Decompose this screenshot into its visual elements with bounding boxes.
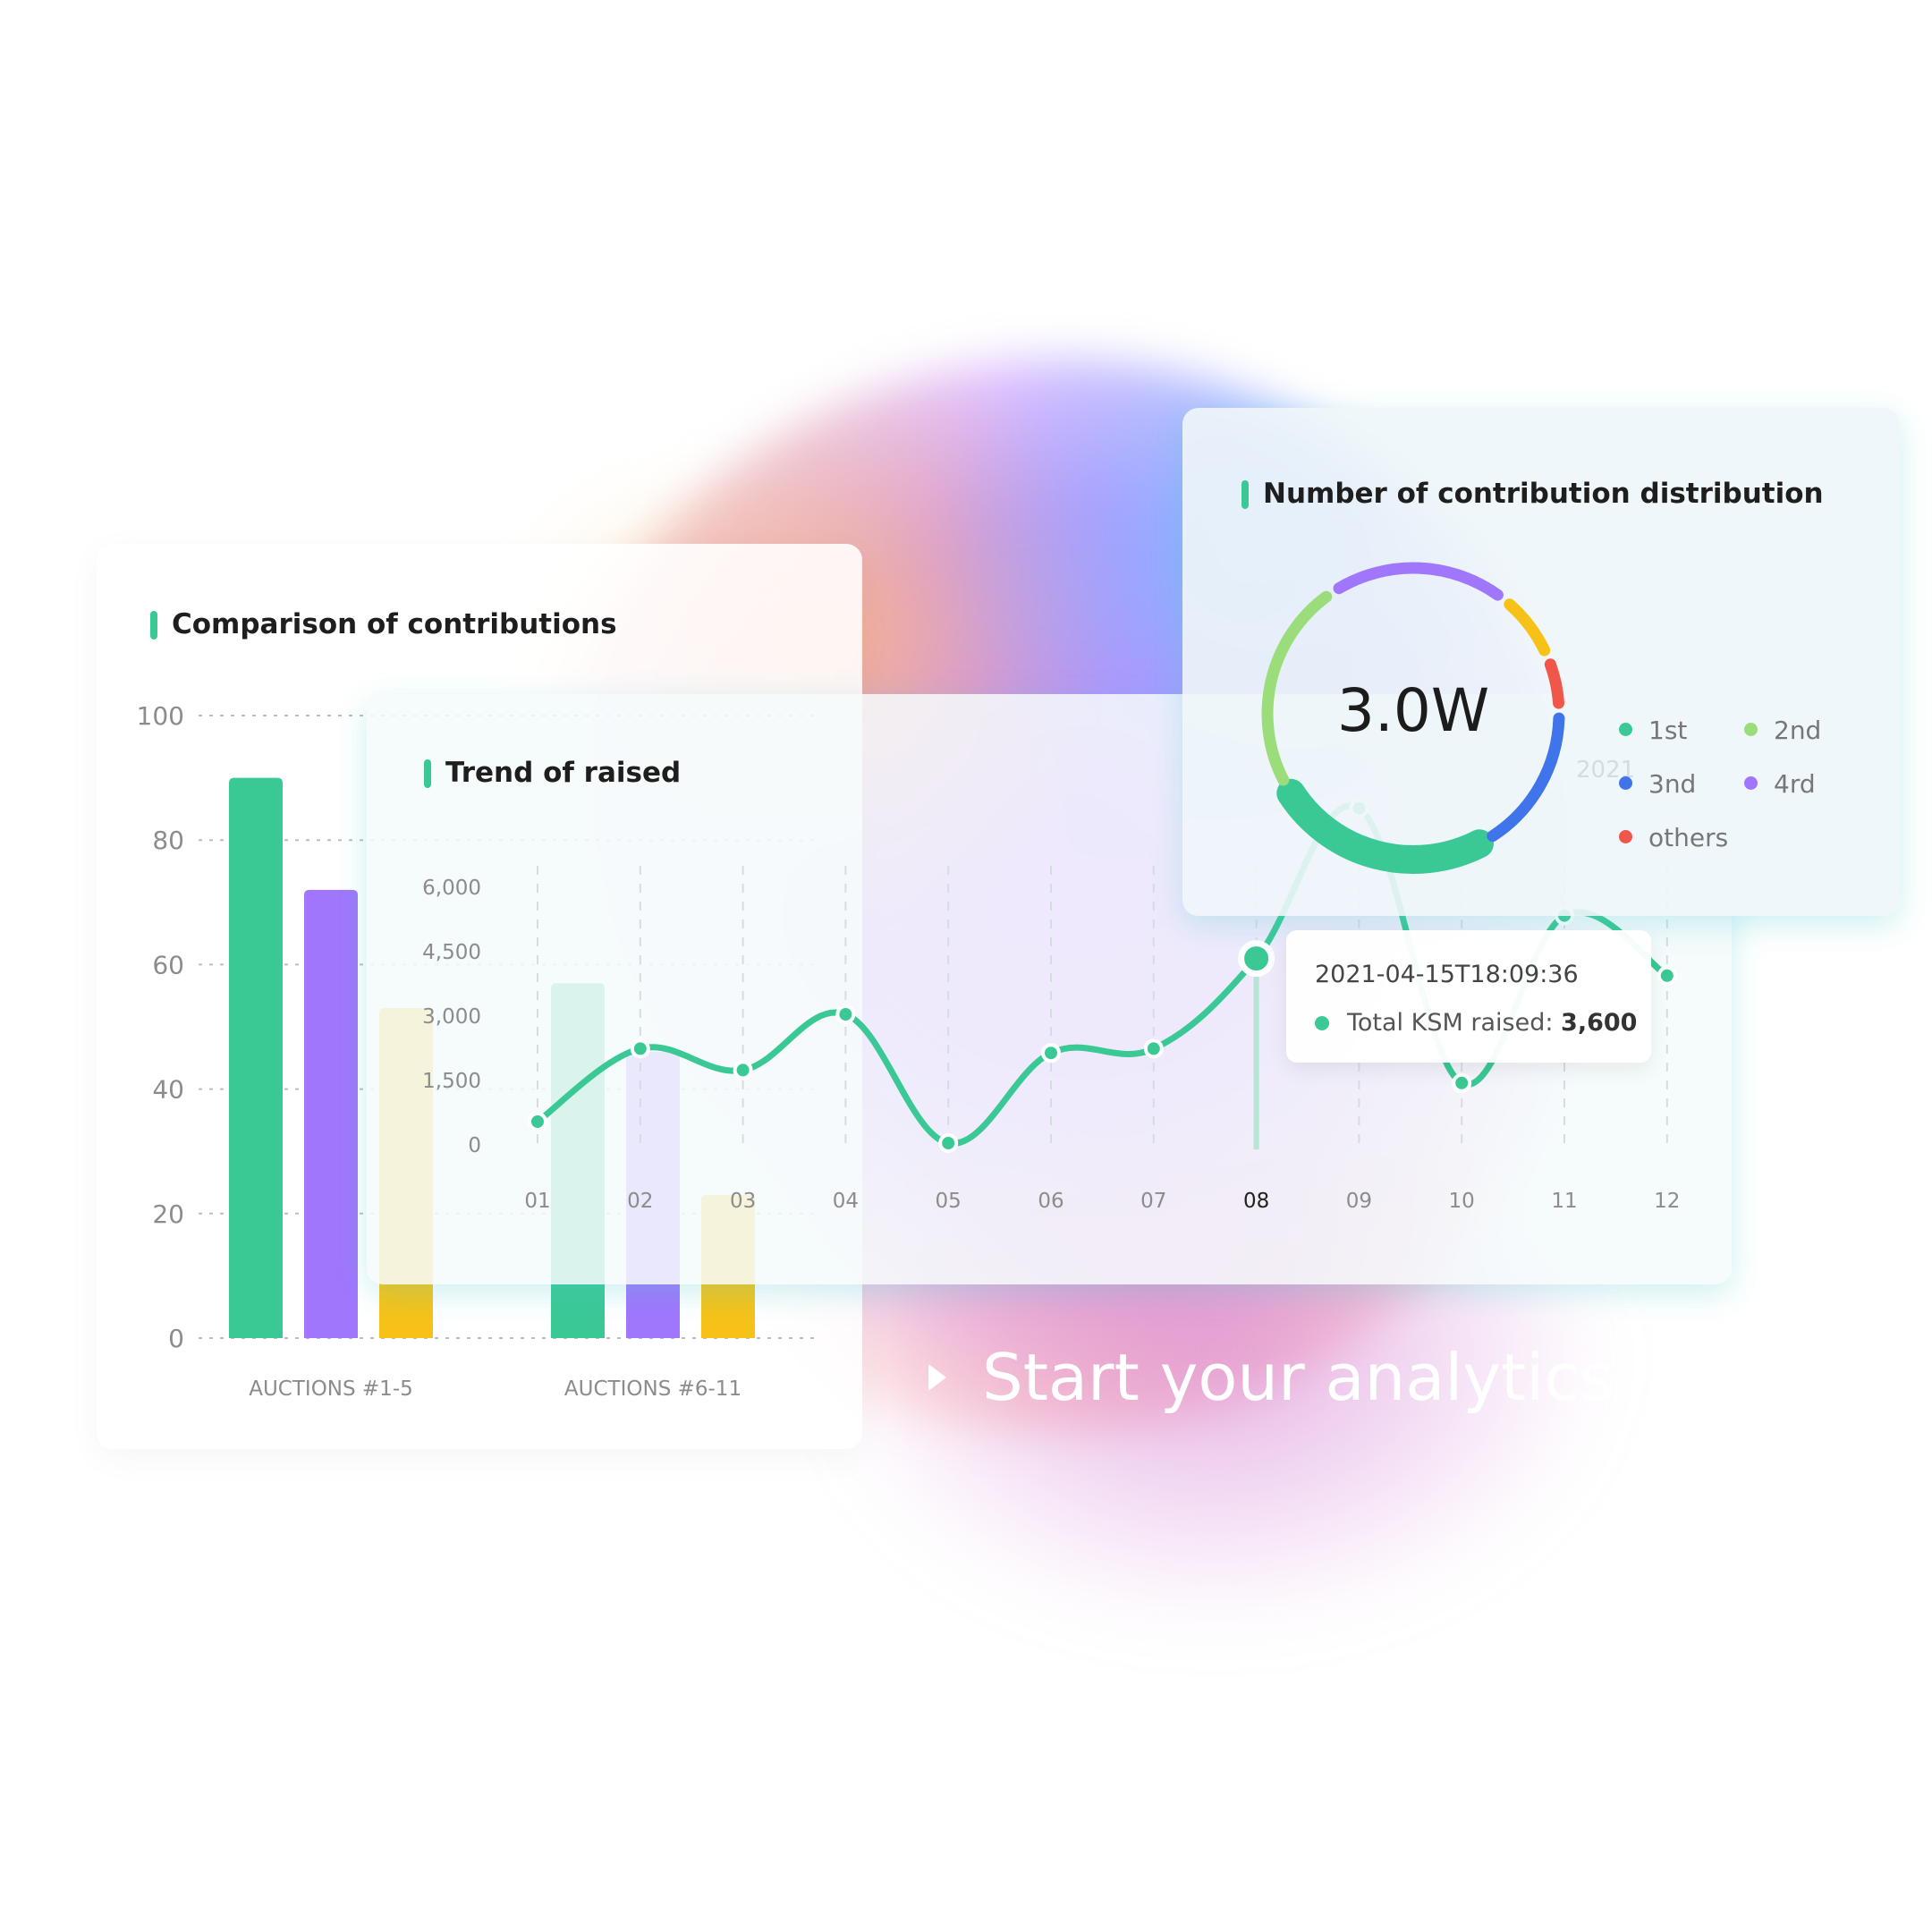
tooltip-timestamp: 2021-04-15T18:09:36 (1315, 961, 1579, 988)
legend-dot-2nd (1744, 722, 1758, 736)
legend-item-4rd[interactable]: 4rd (1744, 769, 1816, 799)
donut-center-value: 3.0W (1336, 676, 1490, 745)
tooltip-series-dot (1315, 1016, 1329, 1030)
play-arrow-icon (928, 1364, 946, 1391)
legend-label-3nd: 3nd (1648, 769, 1697, 799)
legend-item-1st[interactable]: 1st (1619, 716, 1687, 745)
legend-item-2nd[interactable]: 2nd (1744, 716, 1821, 745)
legend-dot-3nd (1619, 775, 1632, 790)
tooltip-value: 3,600 (1561, 1009, 1638, 1037)
tooltip-label: Total KSM raised: (1347, 1009, 1554, 1037)
legend-label-2nd: 2nd (1774, 716, 1822, 745)
legend-dot-4rd (1744, 775, 1758, 790)
trend-tooltip: 2021-04-15T18:09:36 Total KSM raised: 3,… (1286, 930, 1651, 1063)
start-analytics-label: Start your analytics (982, 1340, 1614, 1415)
donut-slice[interactable] (1276, 778, 1494, 874)
legend-dot-1st (1619, 722, 1632, 736)
donut-slice[interactable] (1333, 562, 1504, 601)
start-analytics-button[interactable]: Start your analytics (928, 1340, 1613, 1415)
donut-slice[interactable] (1504, 598, 1551, 657)
tooltip-row: Total KSM raised: 3,600 (1315, 1009, 1637, 1037)
legend-item-others[interactable]: others (1619, 823, 1728, 852)
legend-label-others: others (1648, 823, 1729, 852)
legend-label-1st: 1st (1648, 716, 1688, 745)
legend-item-3nd[interactable]: 3nd (1619, 769, 1696, 799)
legend-label-4rd: 4rd (1774, 769, 1816, 799)
legend-dot-others (1619, 829, 1632, 843)
donut-slice[interactable] (1544, 658, 1565, 709)
